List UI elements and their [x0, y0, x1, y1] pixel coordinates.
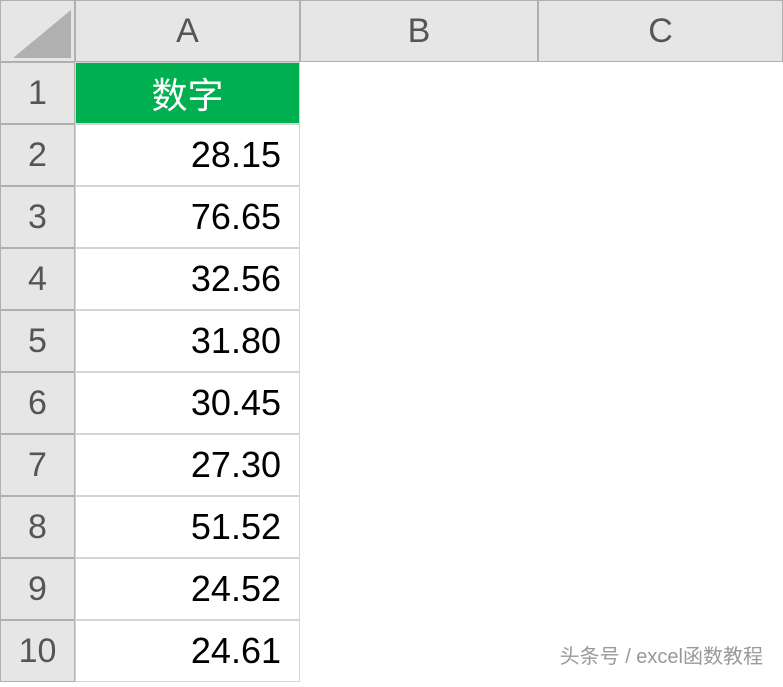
- row-header-5[interactable]: 5: [0, 310, 75, 372]
- row-header-10[interactable]: 10: [0, 620, 75, 682]
- cell-a1[interactable]: 数字: [75, 62, 300, 124]
- cell-c7[interactable]: [538, 434, 783, 496]
- cell-c5[interactable]: [538, 310, 783, 372]
- cell-a7[interactable]: 27.30: [75, 434, 300, 496]
- cell-b3[interactable]: [300, 186, 538, 248]
- cell-b5[interactable]: [300, 310, 538, 372]
- cell-c6[interactable]: [538, 372, 783, 434]
- cell-a9[interactable]: 24.52: [75, 558, 300, 620]
- cell-b1[interactable]: [300, 62, 538, 124]
- spreadsheet-grid: A B C 1 数字 2 28.15 3 76.65 4 32.56 5 31.…: [0, 0, 783, 682]
- cell-b7[interactable]: [300, 434, 538, 496]
- cell-a5[interactable]: 31.80: [75, 310, 300, 372]
- cell-c2[interactable]: [538, 124, 783, 186]
- corner-triangle-icon: [13, 10, 71, 58]
- column-header-b[interactable]: B: [300, 0, 538, 62]
- cell-b2[interactable]: [300, 124, 538, 186]
- cell-b10[interactable]: [300, 620, 538, 682]
- column-header-c[interactable]: C: [538, 0, 783, 62]
- cell-c8[interactable]: [538, 496, 783, 558]
- select-all-corner[interactable]: [0, 0, 75, 62]
- row-header-4[interactable]: 4: [0, 248, 75, 310]
- row-header-7[interactable]: 7: [0, 434, 75, 496]
- cell-c3[interactable]: [538, 186, 783, 248]
- row-header-3[interactable]: 3: [0, 186, 75, 248]
- cell-c9[interactable]: [538, 558, 783, 620]
- column-header-a[interactable]: A: [75, 0, 300, 62]
- row-header-8[interactable]: 8: [0, 496, 75, 558]
- row-header-9[interactable]: 9: [0, 558, 75, 620]
- row-header-1[interactable]: 1: [0, 62, 75, 124]
- cell-a4[interactable]: 32.56: [75, 248, 300, 310]
- cell-a8[interactable]: 51.52: [75, 496, 300, 558]
- cell-b6[interactable]: [300, 372, 538, 434]
- cell-b4[interactable]: [300, 248, 538, 310]
- watermark-text: 头条号 / excel函数教程: [560, 640, 763, 669]
- cell-b9[interactable]: [300, 558, 538, 620]
- cell-a2[interactable]: 28.15: [75, 124, 300, 186]
- cell-c1[interactable]: [538, 62, 783, 124]
- cell-a3[interactable]: 76.65: [75, 186, 300, 248]
- row-header-2[interactable]: 2: [0, 124, 75, 186]
- cell-a10[interactable]: 24.61: [75, 620, 300, 682]
- cell-a6[interactable]: 30.45: [75, 372, 300, 434]
- cell-c4[interactable]: [538, 248, 783, 310]
- row-header-6[interactable]: 6: [0, 372, 75, 434]
- cell-b8[interactable]: [300, 496, 538, 558]
